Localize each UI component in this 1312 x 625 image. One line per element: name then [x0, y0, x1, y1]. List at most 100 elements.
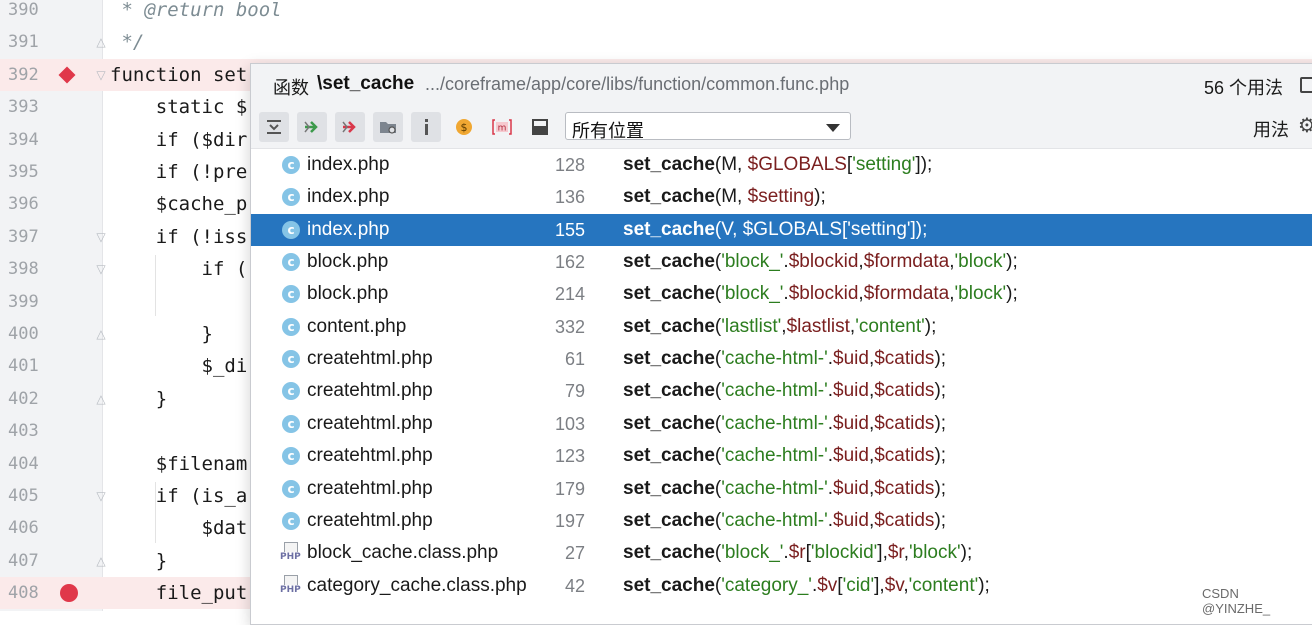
next-occurrence-button[interactable]: [297, 112, 327, 142]
code-text: if (is_a: [110, 485, 248, 507]
usage-row[interactable]: c index.php 136 set_cache(M, $setting);: [251, 181, 1312, 213]
code-token: );: [934, 380, 947, 402]
fold-marker-icon[interactable]: △: [94, 327, 108, 341]
code-token: 'cid': [842, 574, 875, 596]
dollar-icon: $: [456, 119, 472, 135]
usage-row[interactable]: c block.php 162 set_cache('block_'.$blockid…: [251, 246, 1312, 278]
indent-guide: [155, 255, 156, 316]
code-text: * @return bool: [110, 0, 282, 21]
code-token: 'setting': [852, 154, 916, 175]
line-number: 404: [8, 453, 39, 474]
usage-snippet: set_cache(V, $GLOBALS['setting']);: [623, 214, 927, 246]
filter-directory-button[interactable]: [373, 112, 403, 142]
code-token: ]);: [915, 154, 933, 175]
usage-row[interactable]: c index.php 155 set_cache(V, $GLOBALS['sett…: [251, 213, 1312, 246]
code-token: $formdata: [863, 251, 950, 273]
expand-all-icon: [267, 120, 281, 134]
fold-marker-icon[interactable]: ▽: [94, 68, 108, 82]
usage-file: createhtml.php: [307, 477, 433, 499]
function-name: set_cache: [623, 412, 715, 434]
function-name: set_cache: [623, 509, 715, 531]
usage-row[interactable]: c content.php 332 set_cache('lastlist',$las…: [251, 311, 1312, 343]
code-text: */: [110, 31, 145, 54]
usage-row[interactable]: c createhtml.php 197 set_cache('cache-html-…: [251, 505, 1312, 537]
breakpoint-diamond-icon[interactable]: [58, 66, 76, 84]
function-name: set_cache: [623, 251, 715, 273]
class-file-icon: c: [282, 220, 300, 239]
filter-folder-icon: [380, 122, 396, 134]
function-name: set_cache: [623, 283, 715, 305]
code-token: );: [814, 186, 826, 208]
symbol-kind: 函数: [273, 78, 309, 98]
code-token: $catids: [874, 477, 935, 499]
find-usages-popup[interactable]: 函数 \set_cache .../coreframe/app/core/lib…: [250, 63, 1312, 625]
fold-marker-icon[interactable]: ▽: [94, 489, 108, 503]
module-filter-button[interactable]: m: [487, 112, 517, 142]
class-file-icon: c: [282, 447, 300, 466]
usage-line-number: 123: [554, 446, 585, 467]
popup-toolbar: $ m 所有位置 用法 ⚙: [251, 106, 1312, 149]
code-token: ]);: [910, 218, 928, 240]
code-token: 'block_': [721, 251, 784, 273]
previous-occurrence-button[interactable]: [335, 112, 365, 142]
line-number: 395: [8, 162, 39, 182]
usage-line-number: 179: [554, 478, 585, 499]
usage-line-number: 61: [564, 349, 585, 370]
dollar-filter-button[interactable]: $: [449, 112, 479, 142]
fold-marker-icon[interactable]: ▽: [94, 230, 108, 244]
code-token: );: [934, 477, 947, 499]
usage-line-number: 136: [554, 187, 585, 208]
usage-row[interactable]: c createhtml.php 103 set_cache('cache-html-…: [251, 408, 1312, 440]
usage-row[interactable]: c index.php 128 set_cache(M, $GLOBALS['sett…: [251, 149, 1312, 181]
code-token: );: [978, 574, 990, 596]
code-text: $_di: [110, 355, 248, 378]
fold-marker-icon[interactable]: ▽: [94, 262, 108, 276]
usage-file: content.php: [307, 315, 407, 337]
gear-icon[interactable]: ⚙: [1298, 113, 1312, 137]
usage-file: index.php: [307, 218, 390, 240]
usage-row[interactable]: c createhtml.php 179 set_cache('cache-html-…: [251, 473, 1312, 505]
line-number: 403: [8, 421, 39, 442]
usage-snippet: set_cache(M, $GLOBALS['setting']);: [623, 149, 932, 181]
preview-button[interactable]: [525, 112, 555, 142]
usage-row[interactable]: PHP block_cache.class.php 27 set_cache('blo…: [251, 537, 1312, 569]
code-text: if (: [110, 258, 248, 281]
usage-row[interactable]: c createhtml.php 79 set_cache('cache-html-'…: [251, 375, 1312, 407]
usage-row[interactable]: PHP category_cache.class.php 42 set_cache('…: [251, 570, 1312, 602]
code-token: $v: [817, 574, 838, 596]
code-token: ],: [874, 574, 885, 596]
line-number: 407: [8, 550, 39, 571]
show-info-button[interactable]: [411, 112, 441, 142]
symbol-name: \set_cache: [317, 73, 415, 94]
usage-row[interactable]: c block.php 214 set_cache('block_'.$blockid…: [251, 278, 1312, 310]
chevron-down-icon: [826, 124, 840, 132]
line-number: 406: [8, 518, 39, 539]
breakpoint-icon[interactable]: [60, 584, 78, 603]
pin-icon[interactable]: [1300, 77, 1312, 93]
fold-marker-icon[interactable]: △: [94, 392, 108, 406]
usage-row[interactable]: c createhtml.php 123 set_cache('cache-html-…: [251, 440, 1312, 472]
code-token: $uid: [833, 477, 869, 499]
code-token: 'block': [909, 542, 961, 564]
code-token: 'content': [855, 315, 925, 337]
function-name: set_cache: [623, 445, 715, 467]
code-token: $catids: [874, 445, 935, 467]
popup-header: 函数 \set_cache .../coreframe/app/core/lib…: [251, 64, 1312, 106]
scope-select[interactable]: 所有位置: [565, 112, 851, 141]
code-token: );: [934, 348, 947, 370]
expand-all-button[interactable]: [259, 112, 289, 142]
fold-marker-icon[interactable]: △: [94, 35, 108, 49]
line-number: 394: [8, 129, 39, 150]
code-text: file_put: [110, 582, 248, 605]
code-text: if (!pre: [110, 161, 248, 183]
fold-marker-icon[interactable]: △: [94, 554, 108, 568]
symbol-path: .../coreframe/app/core/libs/function/com…: [425, 74, 850, 94]
code-token: $catids: [874, 412, 935, 434]
code-token: 'cache-html-': [721, 445, 828, 467]
code-text: static $: [110, 96, 248, 119]
code-token: 'cache-html-': [721, 348, 828, 370]
usage-snippet: set_cache('block_'.$blockid,$formdata,'b…: [623, 278, 1018, 310]
editor-line: 390 * @return bool: [0, 0, 1312, 26]
usage-row[interactable]: c createhtml.php 61 set_cache('cache-html-'…: [251, 343, 1312, 375]
code-token: $uid: [833, 412, 869, 434]
